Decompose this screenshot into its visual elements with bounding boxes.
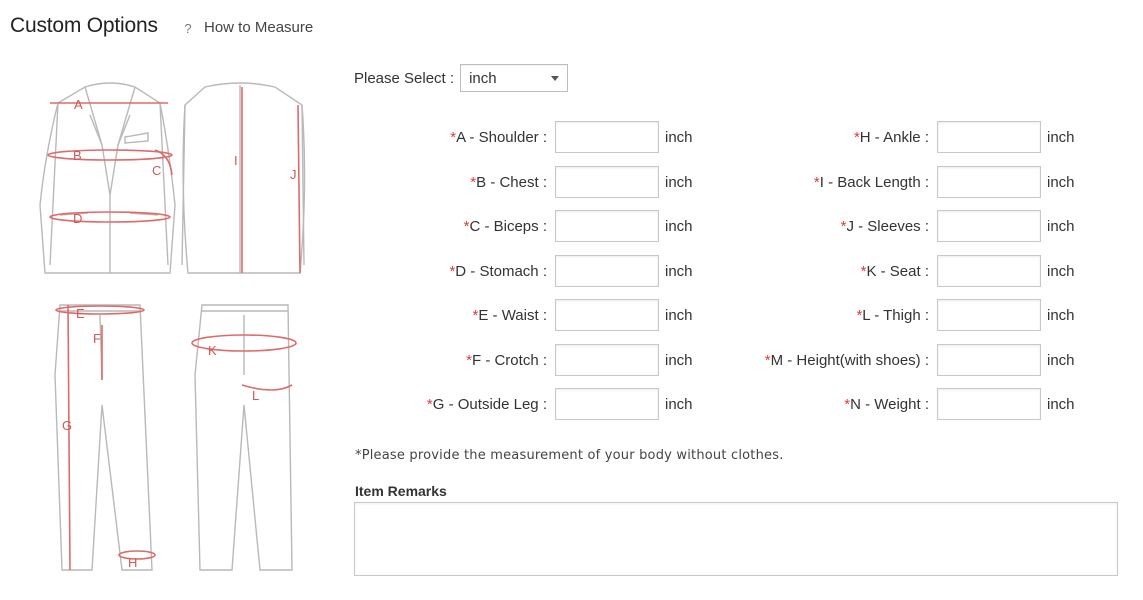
diagram-label-d: D <box>73 211 82 226</box>
field-label: *I - Back Length : <box>813 173 929 191</box>
item-remarks-textarea[interactable] <box>354 502 1118 576</box>
page-title: Custom Options <box>10 14 158 37</box>
chevron-down-icon <box>551 75 560 81</box>
diagram-label-l: L <box>252 388 259 403</box>
chest-input[interactable] <box>555 166 659 198</box>
diagram-label-f: F <box>93 331 101 346</box>
field-row-shoulder: *A - Shoulder : inch <box>357 121 693 153</box>
diagram-label-a: A <box>74 97 83 112</box>
biceps-input[interactable] <box>555 210 659 242</box>
diagram-label-i: I <box>234 153 238 168</box>
unit-label: inch <box>1047 351 1075 369</box>
field-row-seat: *K - Seat : inch <box>739 255 1075 287</box>
how-to-measure-link[interactable]: ? How to Measure <box>181 19 313 36</box>
field-label: *L - Thigh : <box>856 306 929 324</box>
measurement-note: *Please provide the measurement of your … <box>355 448 784 463</box>
field-row-back-length: *I - Back Length : inch <box>739 166 1075 198</box>
unit-label: inch <box>1047 306 1075 324</box>
unit-label: inch <box>665 395 693 413</box>
waist-input[interactable] <box>555 299 659 331</box>
field-label: *N - Weight : <box>844 395 929 413</box>
unit-label: inch <box>665 262 693 280</box>
weight-input[interactable] <box>937 388 1041 420</box>
field-row-sleeves: *J - Sleeves : inch <box>739 210 1075 242</box>
field-row-height: *M - Height(with shoes) : inch <box>739 344 1075 376</box>
unit-select-label: Please Select : <box>354 69 455 87</box>
diagram-label-k: K <box>208 343 217 358</box>
field-row-thigh: *L - Thigh : inch <box>739 299 1075 331</box>
unit-label: inch <box>665 306 693 324</box>
field-row-ankle: *H - Ankle : inch <box>739 121 1075 153</box>
field-label: *K - Seat : <box>860 262 929 280</box>
close-icon[interactable]: ^ <box>1127 0 1135 10</box>
diagram-label-h: H <box>128 555 137 570</box>
unit-label: inch <box>1047 128 1075 146</box>
field-label: *J - Sleeves : <box>840 217 929 235</box>
diagram-label-c: C <box>152 163 161 178</box>
field-row-stomach: *D - Stomach : inch <box>357 255 693 287</box>
sleeves-input[interactable] <box>937 210 1041 242</box>
field-label: *B - Chest : <box>470 173 547 191</box>
unit-label: inch <box>665 217 693 235</box>
unit-label: inch <box>1047 173 1075 191</box>
back-length-input[interactable] <box>937 166 1041 198</box>
stomach-input[interactable] <box>555 255 659 287</box>
diagram-label-e: E <box>76 306 85 321</box>
field-row-outside-leg: *G - Outside Leg : inch <box>357 388 693 420</box>
unit-select-value: inch <box>469 69 497 87</box>
field-label: *G - Outside Leg : <box>426 395 547 413</box>
crotch-input[interactable] <box>555 344 659 376</box>
unit-label: inch <box>1047 395 1075 413</box>
question-icon: ? <box>184 20 192 36</box>
field-label: *C - Biceps : <box>463 217 547 235</box>
field-label: *E - Waist : <box>472 306 547 324</box>
field-label: *D - Stomach : <box>449 262 547 280</box>
outside-leg-input[interactable] <box>555 388 659 420</box>
field-label: *M - Height(with shoes) : <box>764 351 929 369</box>
seat-input[interactable] <box>937 255 1041 287</box>
field-row-crotch: *F - Crotch : inch <box>357 344 693 376</box>
unit-select-row: Please Select : inch <box>354 64 569 92</box>
unit-label: inch <box>665 128 693 146</box>
unit-label: inch <box>665 173 693 191</box>
height-input[interactable] <box>937 344 1041 376</box>
how-to-measure-label: How to Measure <box>204 19 314 36</box>
field-label: *H - Ankle : <box>853 128 929 146</box>
diagram-label-j: J <box>290 167 297 182</box>
field-row-weight: *N - Weight : inch <box>739 388 1075 420</box>
ankle-input[interactable] <box>937 121 1041 153</box>
field-row-chest: *B - Chest : inch <box>357 166 693 198</box>
shoulder-input[interactable] <box>555 121 659 153</box>
field-label: *A - Shoulder : <box>450 128 547 146</box>
measurement-diagram: A B C D E F G H I J K L <box>39 82 306 571</box>
unit-label: inch <box>1047 217 1075 235</box>
field-row-biceps: *C - Biceps : inch <box>357 210 693 242</box>
field-label: *F - Crotch : <box>466 351 547 369</box>
unit-select[interactable]: inch <box>460 64 569 92</box>
unit-label: inch <box>665 351 693 369</box>
field-row-waist: *E - Waist : inch <box>357 299 693 331</box>
diagram-label-g: G <box>62 418 72 433</box>
thigh-input[interactable] <box>937 299 1041 331</box>
item-remarks-label: Item Remarks <box>355 483 447 499</box>
unit-label: inch <box>1047 262 1075 280</box>
diagram-label-b: B <box>73 148 82 163</box>
